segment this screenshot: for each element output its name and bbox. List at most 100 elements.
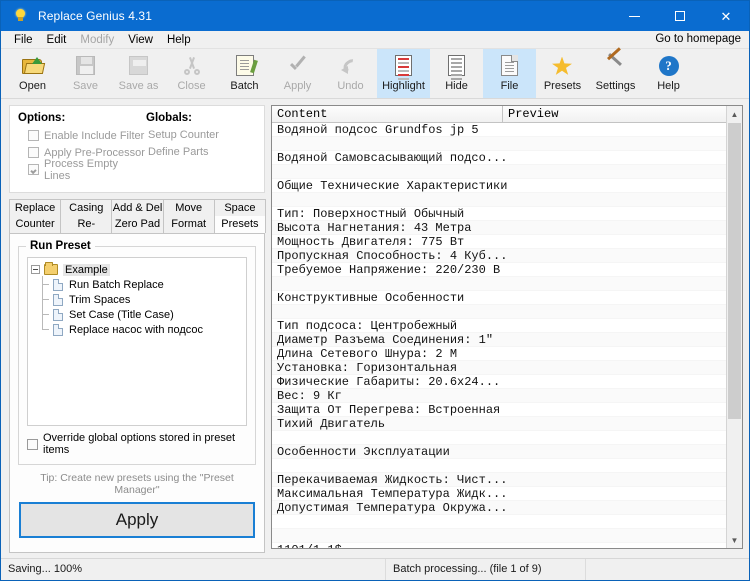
content-row[interactable]: Высота Нагнетания: 43 Метра [272,221,742,235]
scrollbar-thumb[interactable] [728,123,741,419]
maximize-button[interactable] [657,1,703,31]
toolbar-presets-button[interactable]: Presets [536,49,589,98]
hide-rows-icon [448,52,465,80]
content-row[interactable]: Защита От Перегрева: Встроенная [272,403,742,417]
tab-strip: Replace Casing Add & Del Move Space Coun… [9,199,267,246]
content-row[interactable]: Требуемое Напряжение: 220/230 В [272,263,742,277]
tab-format[interactable]: Format [162,216,215,233]
status-batch: Batch processing... (file 1 of 9) [386,558,586,580]
toolbar-highlight-button[interactable]: Highlight [377,49,430,98]
content-row[interactable]: Конструктивные Особенности [272,291,742,305]
content-row[interactable] [272,431,742,445]
options-globals-box: Options: Enable Include Filter Apply Pre… [9,105,265,193]
content-row[interactable] [272,459,742,473]
toolbar-batch-button[interactable]: Batch [218,49,271,98]
save-icon [76,52,95,79]
lightbulb-icon [11,7,29,25]
scroll-down-button[interactable]: ▼ [727,532,742,548]
toolbar-file-label: File [500,80,519,92]
column-header-content[interactable]: Content [272,106,503,123]
tab-add-del[interactable]: Add & Del [111,199,164,216]
left-panel: Options: Enable Include Filter Apply Pre… [1,100,269,553]
content-row[interactable] [272,137,742,151]
content-row[interactable]: Тихий Двигатель [272,417,742,431]
content-row[interactable]: 1101/1,1$ [272,543,742,548]
content-row[interactable] [272,515,742,529]
content-row[interactable]: Максимальная Температура Жидк... [272,487,742,501]
override-global-options-row[interactable]: Override global options stored in preset… [27,432,247,456]
content-row[interactable]: Общие Технические Характеристики [272,179,742,193]
tree-item-run-batch-replace[interactable]: Run Batch Replace [31,276,243,292]
toolbar-close-label: Close [177,80,206,92]
application-window: Replace Genius 4.31 ✕ File Edit Modify V… [0,0,750,581]
toolbar-hide-button[interactable]: Hide [430,49,483,98]
content-row[interactable] [272,529,742,543]
tree-label: Trim Spaces [69,293,131,306]
vertical-scrollbar[interactable]: ▲ ▼ [726,106,742,548]
tree-item-trim-spaces[interactable]: Trim Spaces [31,291,243,307]
content-row[interactable]: Перекачиваемая Жидкость: Чист... [272,473,742,487]
tab-re-number[interactable]: Re-Number [60,216,113,246]
tree-label: Run Batch Replace [69,278,164,291]
content-row[interactable] [272,193,742,207]
tab-move[interactable]: Move [162,199,215,216]
content-row[interactable] [272,165,742,179]
menu-edit[interactable]: Edit [40,33,74,47]
content-row[interactable] [272,305,742,319]
content-row[interactable]: Тип: Поверхностный Обычный [272,207,742,221]
content-row[interactable]: Физические Габариты: 20.6x24... [272,375,742,389]
go-to-homepage-link[interactable]: Go to homepage [655,33,741,45]
content-row[interactable]: Тип подсоса: Центробежный [272,319,742,333]
minimize-button[interactable] [611,1,657,31]
tab-counter[interactable]: Counter [9,216,62,233]
tree-item-replace-nasos[interactable]: Replace насос with подсос [31,321,243,337]
toolbar-save-label: Save [72,80,99,92]
close-button[interactable]: ✕ [703,1,749,31]
expand-collapse-icon[interactable] [31,265,40,274]
tree-label: Set Case (Title Case) [69,308,174,321]
toolbar-save-as-label: Save as [118,80,159,92]
content-row[interactable]: Диаметр Разъема Соединения: 1" [272,333,742,347]
menu-help[interactable]: Help [160,33,198,47]
apply-button[interactable]: Apply [19,502,255,538]
content-row[interactable]: Установка: Горизонтальная [272,361,742,375]
scissors-icon [183,52,201,79]
run-preset-title: Run Preset [26,240,95,252]
checkbox-box [28,164,39,175]
scroll-up-button[interactable]: ▲ [727,106,742,122]
content-row[interactable]: Допустимая Температура Окружа... [272,501,742,515]
override-checkbox[interactable] [27,438,38,450]
content-row[interactable]: Мощность Двигателя: 775 Вт [272,235,742,249]
toolbar-file-button[interactable]: File [483,49,536,98]
document-icon [53,323,63,336]
toolbar-open-button[interactable]: Open [6,49,59,98]
tree-root-example[interactable]: Example [31,262,243,277]
tab-replace[interactable]: Replace [9,199,62,216]
tab-zero-pad[interactable]: Zero Pad [111,216,164,233]
content-row[interactable]: Водяной Самовсасывающий подсо... [272,151,742,165]
content-row[interactable]: Длина Сетевого Шнура: 2 М [272,347,742,361]
globals-header: Globals: [146,112,193,124]
preset-tree[interactable]: Example Run Batch Replace Trim Spaces Se… [27,257,247,426]
content-row[interactable] [272,277,742,291]
menu-view[interactable]: View [121,33,160,47]
content-row[interactable]: Особенности Эксплуатации [272,445,742,459]
toolbar: Open Save Save as Close Batch Apply Undo… [1,46,749,99]
toolbar-settings-button[interactable]: Settings [589,46,642,98]
document-icon [53,293,63,306]
tab-space[interactable]: Space [213,199,267,216]
toolbar-help-button[interactable]: ? Help [642,49,695,98]
tab-casing[interactable]: Casing [60,199,113,216]
status-extra [586,559,749,581]
menu-file[interactable]: File [7,33,40,47]
content-row[interactable]: Вес: 9 Кг [272,389,742,403]
tree-item-set-case[interactable]: Set Case (Title Case) [31,306,243,322]
options-header: Options: [18,112,66,124]
status-bar: Saving... 100% Batch processing... (file… [1,558,749,580]
content-row[interactable]: Пропускная Способность: 4 Куб... [272,249,742,263]
column-header-preview[interactable]: Preview [503,106,742,123]
content-row[interactable]: Водяной подсос Grundfos jp 5 [272,123,742,137]
tab-presets[interactable]: Presets [213,216,267,233]
folder-open-icon [21,52,45,79]
toolbar-batch-label: Batch [230,80,259,92]
